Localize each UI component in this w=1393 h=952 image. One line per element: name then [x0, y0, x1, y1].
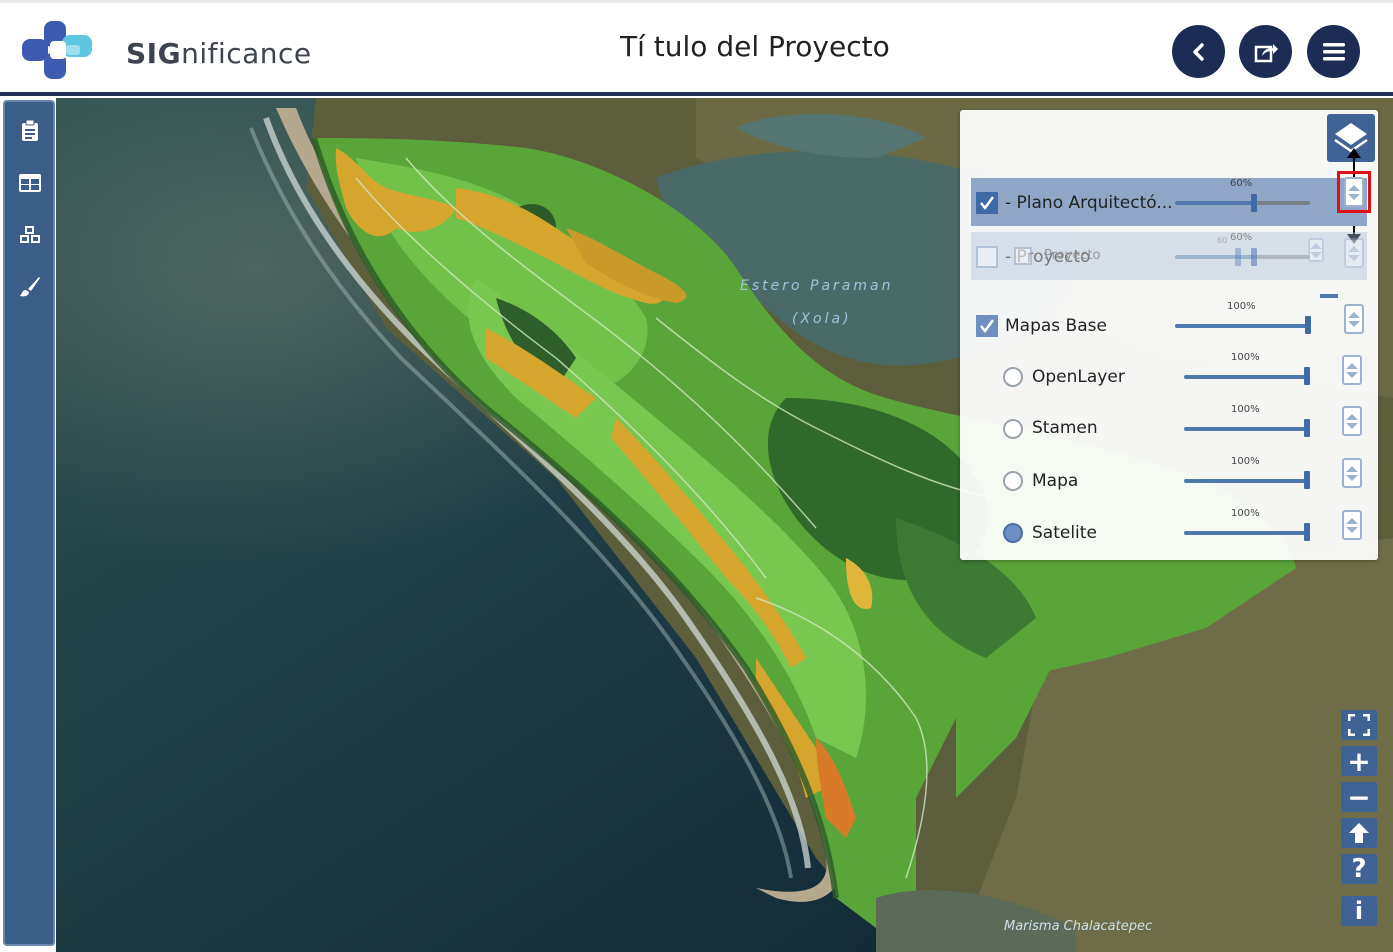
basemap-group-slider[interactable]	[1305, 316, 1311, 334]
basemap-radio-mapa[interactable]	[1003, 471, 1023, 491]
back-icon	[1192, 42, 1204, 61]
basemap-slider-stamen[interactable]	[1304, 419, 1310, 437]
basemap-group-checkbox[interactable]	[976, 315, 998, 337]
sidebar-item-table[interactable]	[19, 172, 41, 194]
zoom-in-icon: +	[1347, 744, 1371, 778]
layer-drag-ghost-checkbox	[1014, 247, 1032, 265]
zoom-out-button[interactable]: −	[1341, 780, 1377, 814]
share-button[interactable]	[1239, 25, 1292, 78]
opacity-slider-fill-plano	[1175, 201, 1255, 205]
highlight-annotation	[1337, 171, 1371, 213]
sidebar-item-style[interactable]	[19, 276, 41, 298]
north-up-button[interactable]	[1341, 818, 1377, 848]
zoom-in-button[interactable]: +	[1341, 744, 1377, 778]
basemap-name-stamen: Stamen	[1032, 418, 1098, 438]
map-label-xola: (Xola)	[792, 311, 852, 327]
sidebar-item-report[interactable]	[19, 120, 41, 142]
opacity-slider-rest-proyecto	[1255, 255, 1310, 259]
cubes-icon	[20, 226, 40, 243]
basemap-slider-fill-mapa	[1184, 479, 1310, 483]
basemap-group-name: Mapas Base	[1005, 316, 1107, 336]
layer-opacity-label-plano: 60%	[1230, 178, 1253, 189]
basemap-name-openlayer: OpenLayer	[1032, 367, 1125, 387]
basemap-name-mapa: Mapa	[1032, 471, 1079, 491]
basemap-order-button-satelite[interactable]	[1342, 510, 1362, 540]
basemap-slider-fill-stamen	[1184, 427, 1310, 431]
layer-name-plano: - Plano Arquitectó...	[1005, 193, 1173, 213]
fullscreen-button[interactable]	[1341, 710, 1377, 740]
basemap-group-order-button[interactable]	[1344, 304, 1364, 334]
layer-drag-ghost-pct: 60	[1217, 236, 1228, 245]
group-collapse-bar[interactable]	[1320, 294, 1338, 298]
basemap-name-satelite: Satelite	[1032, 523, 1097, 543]
map-label-estero: Estero Paraman	[740, 278, 894, 294]
layer-order-ghost	[1308, 238, 1324, 262]
layer-checkbox-proyecto[interactable]	[976, 246, 998, 268]
help-icon: ?	[1351, 854, 1367, 884]
basemap-order-button-openlayer[interactable]	[1342, 355, 1362, 385]
basemap-group-slider-fill	[1175, 324, 1311, 328]
logo-icon	[22, 21, 92, 79]
map-label-marisma: Marisma Chalacatepec	[1004, 919, 1153, 934]
opacity-slider-plano[interactable]	[1251, 194, 1257, 212]
basemap-opacity-label-stamen: 100%	[1231, 404, 1260, 415]
app-header: SIGnificance Tí tulo del Proyecto	[0, 0, 1393, 92]
table-icon	[19, 174, 41, 192]
layer-opacity-label-proyecto: 60%	[1230, 232, 1253, 243]
check-icon	[980, 319, 995, 334]
clipboard-icon	[22, 120, 38, 141]
fullscreen-icon	[1348, 714, 1370, 736]
basemap-slider-openlayer[interactable]	[1304, 367, 1310, 385]
layer-checkbox-plano[interactable]	[976, 192, 998, 214]
basemap-slider-mapa[interactable]	[1304, 471, 1310, 489]
basemap-opacity-label-mapa: 100%	[1231, 456, 1260, 467]
layer-order-button-proyecto[interactable]	[1344, 238, 1364, 268]
info-icon: i	[1354, 897, 1364, 925]
basemap-order-button-mapa[interactable]	[1342, 458, 1362, 488]
basemap-slider-fill-openlayer	[1184, 375, 1310, 379]
check-icon	[980, 196, 995, 211]
info-button[interactable]: i	[1341, 896, 1377, 926]
basemap-radio-satelite[interactable]	[1003, 523, 1023, 543]
brush-icon	[20, 277, 40, 297]
basemap-radio-stamen[interactable]	[1003, 419, 1023, 439]
share-icon	[1254, 43, 1278, 62]
opacity-slider-rest-plano	[1255, 201, 1310, 205]
zoom-out-icon: −	[1347, 780, 1371, 814]
basemap-slider-satelite[interactable]	[1304, 523, 1310, 541]
sidebar-item-cubes[interactable]	[19, 224, 41, 246]
basemap-opacity-label-satelite: 100%	[1231, 508, 1260, 519]
layer-drag-ghost-label: Proyecto	[1044, 248, 1101, 263]
basemap-slider-fill-satelite	[1184, 531, 1310, 535]
header-divider	[0, 92, 1393, 96]
help-button[interactable]: ?	[1341, 854, 1377, 884]
opacity-slider-fill-proyecto	[1175, 255, 1255, 259]
opacity-slider-ghost	[1235, 248, 1241, 266]
basemap-order-button-stamen[interactable]	[1342, 406, 1362, 436]
basemap-radio-openlayer[interactable]	[1003, 367, 1023, 387]
page-title: Tí tulo del Proyecto	[620, 30, 890, 63]
basemap-opacity-label-openlayer: 100%	[1231, 352, 1260, 363]
opacity-slider-proyecto[interactable]	[1251, 248, 1257, 266]
left-toolbar	[3, 100, 55, 946]
menu-button[interactable]	[1307, 25, 1360, 78]
back-button[interactable]	[1172, 25, 1225, 78]
basemap-group-opacity-label: 100%	[1227, 301, 1256, 312]
app-logo-text: SIGnificance	[126, 37, 312, 70]
arrow-up-icon	[1349, 823, 1369, 843]
menu-icon	[1322, 42, 1345, 60]
